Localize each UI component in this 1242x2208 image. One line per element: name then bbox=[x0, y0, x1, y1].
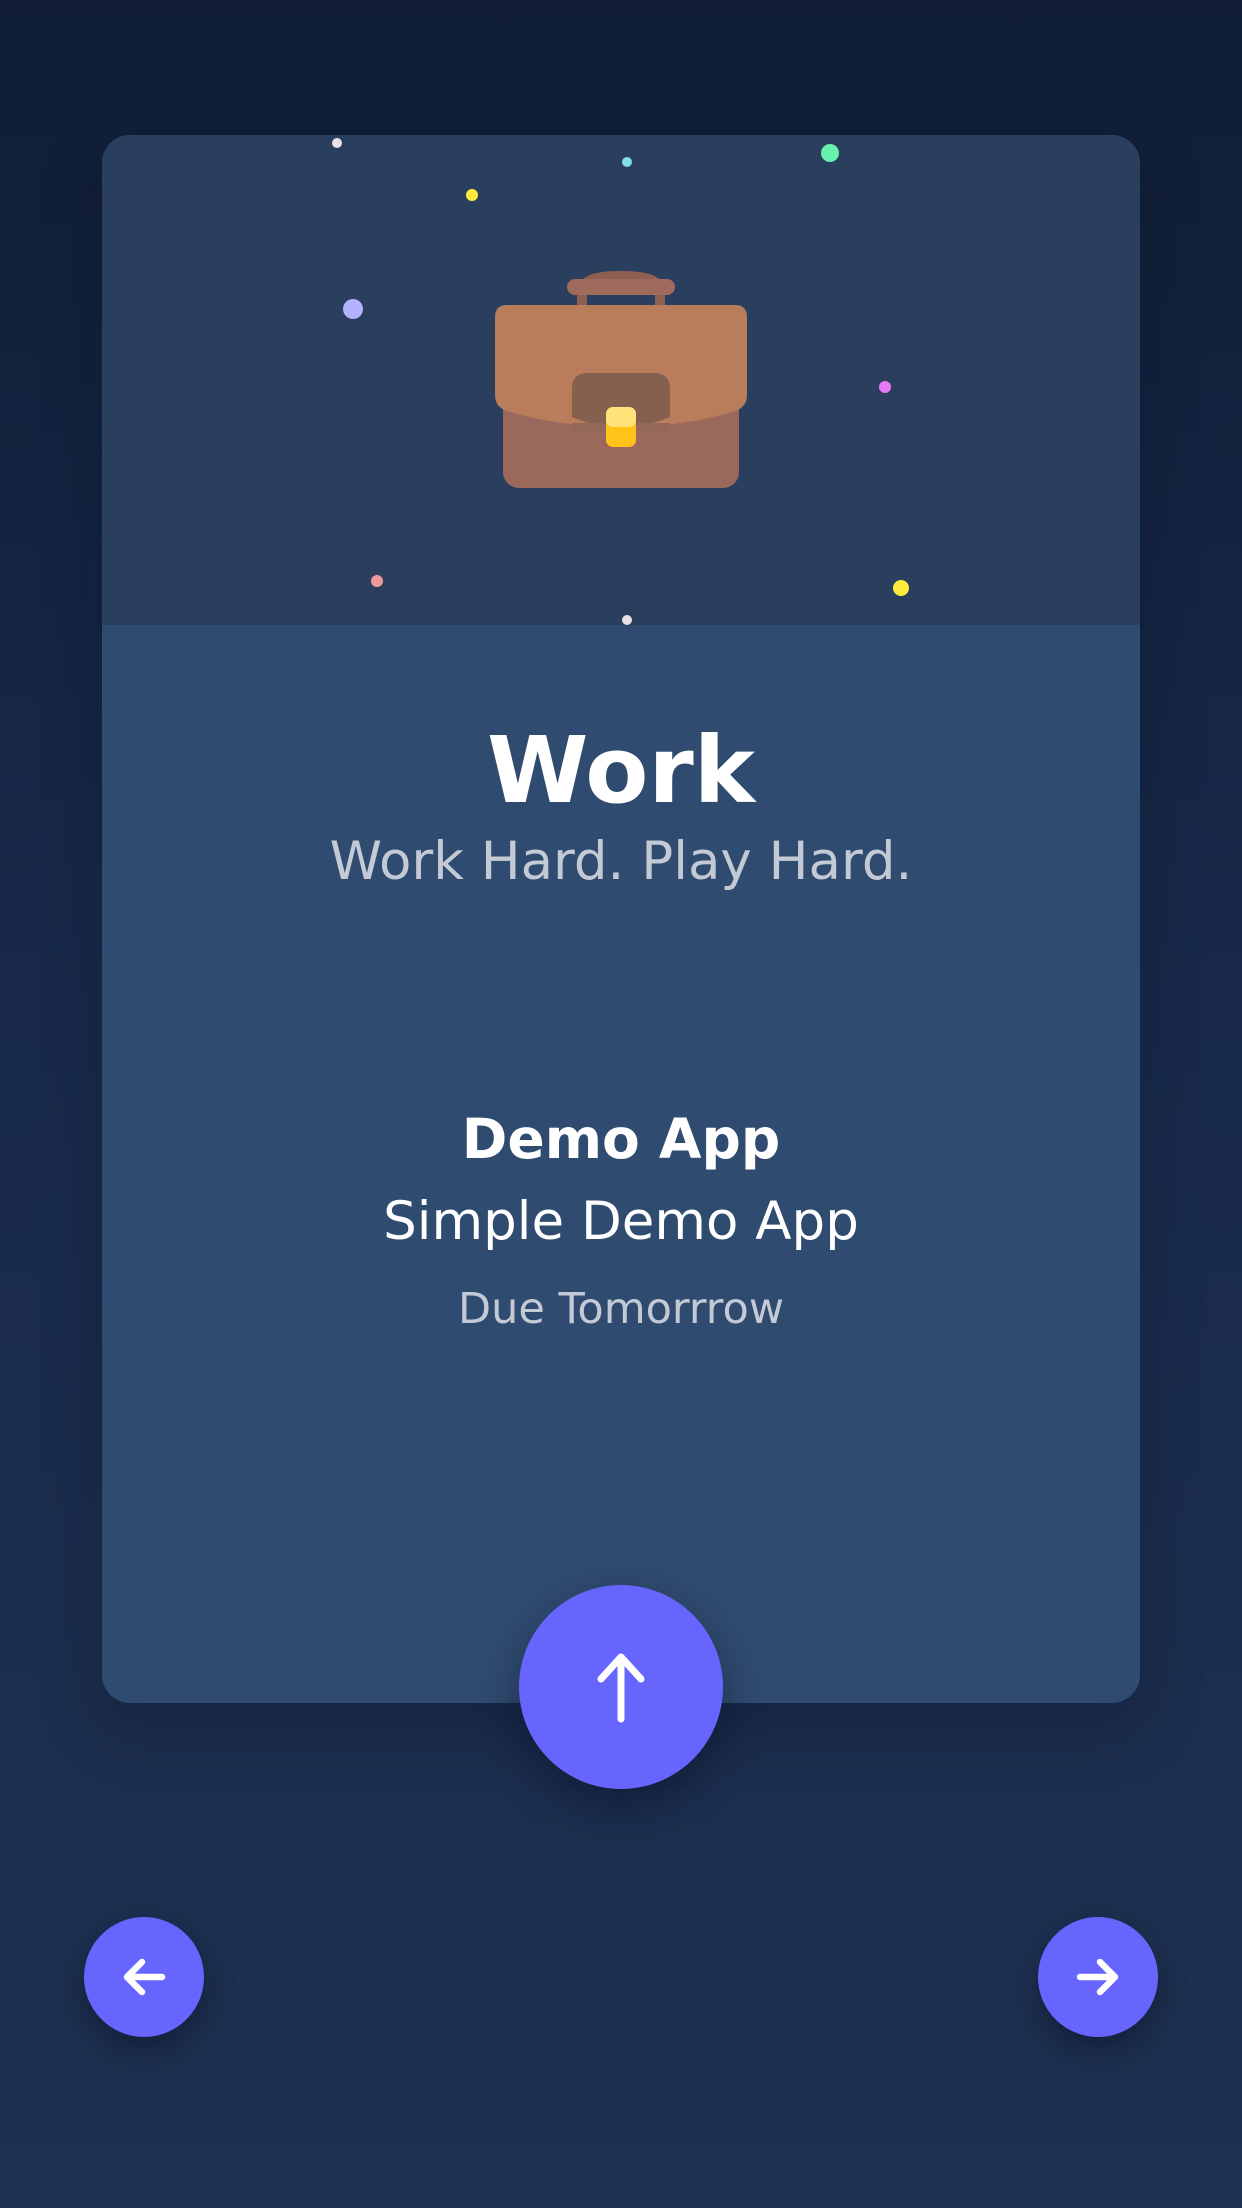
confetti-dot bbox=[893, 580, 909, 596]
briefcase-icon bbox=[495, 271, 747, 488]
confetti-dot bbox=[821, 144, 839, 162]
arrow-left-icon bbox=[123, 1958, 166, 1996]
confetti-dot bbox=[332, 138, 342, 148]
category-subtitle: Work Hard. Play Hard. bbox=[329, 831, 913, 892]
confetti-dot bbox=[371, 575, 383, 587]
confetti-dot bbox=[343, 299, 363, 319]
confetti-dot bbox=[879, 381, 891, 393]
arrow-up-icon bbox=[597, 1653, 645, 1723]
confetti-dot bbox=[622, 615, 632, 625]
task-due-date: Due Tomorrrow bbox=[457, 1284, 784, 1334]
previous-button[interactable] bbox=[84, 1917, 204, 2037]
card-header bbox=[102, 135, 1140, 625]
category-title: Work bbox=[487, 717, 755, 824]
arrow-right-icon bbox=[1076, 1958, 1119, 1996]
expand-task-button[interactable] bbox=[519, 1585, 723, 1789]
category-card: Work Work Hard. Play Hard. Demo App Simp… bbox=[102, 135, 1140, 1703]
task-description: Simple Demo App bbox=[383, 1191, 859, 1252]
task-name: Demo App bbox=[461, 1107, 781, 1171]
confetti-dot bbox=[466, 189, 478, 201]
confetti-dot bbox=[622, 157, 632, 167]
next-button[interactable] bbox=[1038, 1917, 1158, 2037]
